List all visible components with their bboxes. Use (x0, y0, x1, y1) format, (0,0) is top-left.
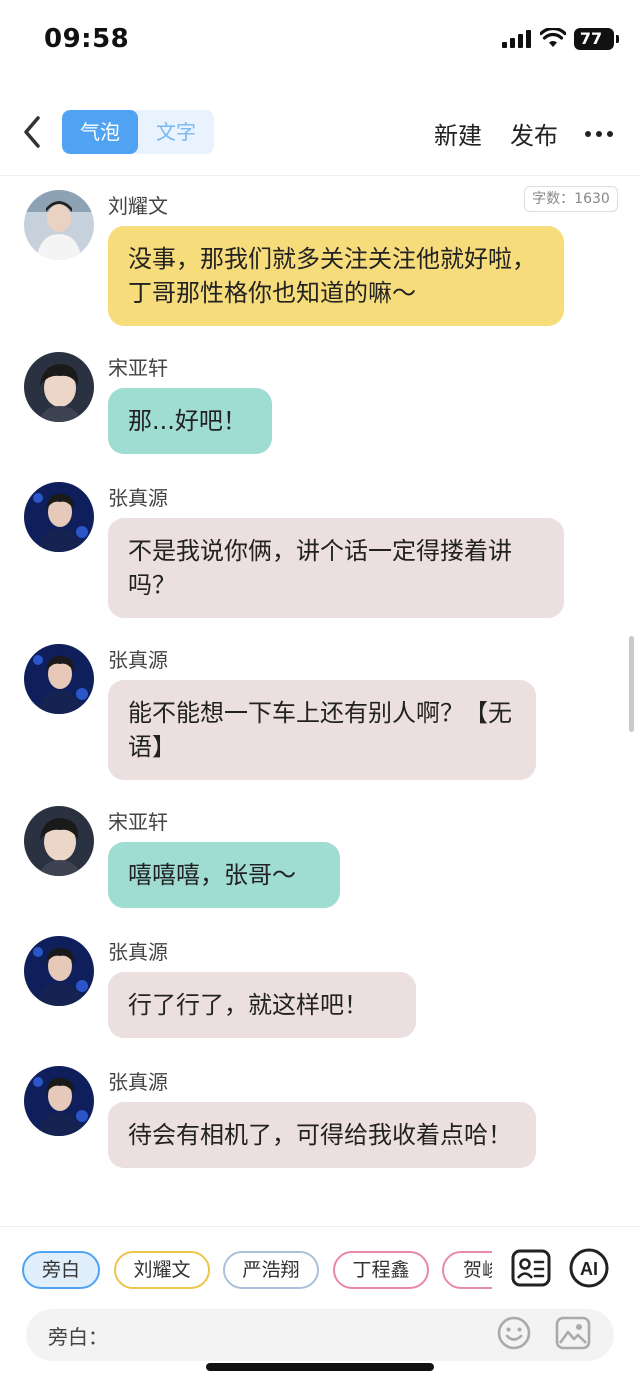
svg-text:AI: AI (580, 1259, 598, 1279)
sender-name: 张真源 (108, 486, 168, 510)
role-chip[interactable]: 贺峻 (442, 1251, 492, 1289)
role-chip[interactable]: 刘耀文 (114, 1251, 210, 1289)
sender-name: 宋亚轩 (108, 356, 168, 380)
more-icon[interactable] (584, 130, 614, 138)
sender-name: 张真源 (108, 648, 168, 672)
avatar[interactable] (24, 352, 94, 422)
ai-icon[interactable]: AI (568, 1247, 610, 1289)
input-label: 旁白： (48, 1325, 108, 1349)
tab-text[interactable]: 文字 (138, 110, 214, 154)
message-bubble[interactable]: 待会有相机了，可得给我收着点哈！ (108, 1102, 536, 1168)
battery-level: 77 (579, 29, 603, 48)
message-bubble[interactable]: 不是我说你俩，讲个话一定得搂着讲吗？ (108, 518, 564, 618)
avatar[interactable] (24, 1066, 94, 1136)
chat-list[interactable]: 字数：1630 刘耀文 没事，那我们就多关注关注他就好啦，丁哥那性格你也知道的嘛… (0, 176, 640, 1226)
contact-card-icon[interactable] (510, 1247, 552, 1289)
image-icon[interactable] (554, 1315, 592, 1351)
message-bubble[interactable]: 行了行了，就这样吧！ (108, 972, 416, 1038)
home-indicator (206, 1363, 434, 1371)
chevron-left-icon[interactable] (18, 112, 48, 152)
sender-name: 刘耀文 (108, 194, 168, 218)
narration-input[interactable]: 旁白： (26, 1309, 614, 1361)
tab-bubble[interactable]: 气泡 (62, 110, 138, 154)
status-bar: 09:58 77 (0, 0, 640, 80)
role-chip[interactable]: 严浩翔 (223, 1251, 319, 1289)
scrollbar-thumb[interactable] (629, 636, 634, 732)
word-count-badge: 字数：1630 (524, 186, 618, 212)
role-chip[interactable]: 丁程鑫 (333, 1251, 429, 1289)
avatar[interactable] (24, 482, 94, 552)
nav-bar: 气泡 文字 新建 发布 (0, 96, 640, 176)
message-bubble[interactable]: 嘻嘻嘻，张哥～ (108, 842, 340, 908)
mode-segmented-control: 气泡 文字 (62, 110, 214, 154)
avatar[interactable] (24, 190, 94, 260)
status-time: 09:58 (44, 24, 130, 54)
avatar[interactable] (24, 644, 94, 714)
battery-icon: 77 (574, 28, 619, 50)
avatar[interactable] (24, 806, 94, 876)
wifi-icon (540, 28, 566, 47)
message-bubble[interactable]: 没事，那我们就多关注关注他就好啦，丁哥那性格你也知道的嘛～ (108, 226, 564, 326)
sender-name: 宋亚轩 (108, 810, 168, 834)
avatar[interactable] (24, 936, 94, 1006)
smiley-icon[interactable] (496, 1315, 532, 1351)
role-chip-list[interactable]: 旁白 刘耀文 严浩翔 丁程鑫 贺峻 (0, 1251, 492, 1291)
publish-button[interactable]: 发布 (510, 116, 558, 151)
new-button[interactable]: 新建 (434, 116, 482, 151)
sender-name: 张真源 (108, 940, 168, 964)
role-chip-narrator[interactable]: 旁白 (22, 1251, 100, 1289)
signal-icon (502, 30, 531, 48)
message-bubble[interactable]: 能不能想一下车上还有别人啊？【无语】 (108, 680, 536, 780)
sender-name: 张真源 (108, 1070, 168, 1094)
composer-panel: 旁白 刘耀文 严浩翔 丁程鑫 贺峻 AI 旁白： (0, 1226, 640, 1386)
message-bubble[interactable]: 那...好吧！ (108, 388, 272, 454)
